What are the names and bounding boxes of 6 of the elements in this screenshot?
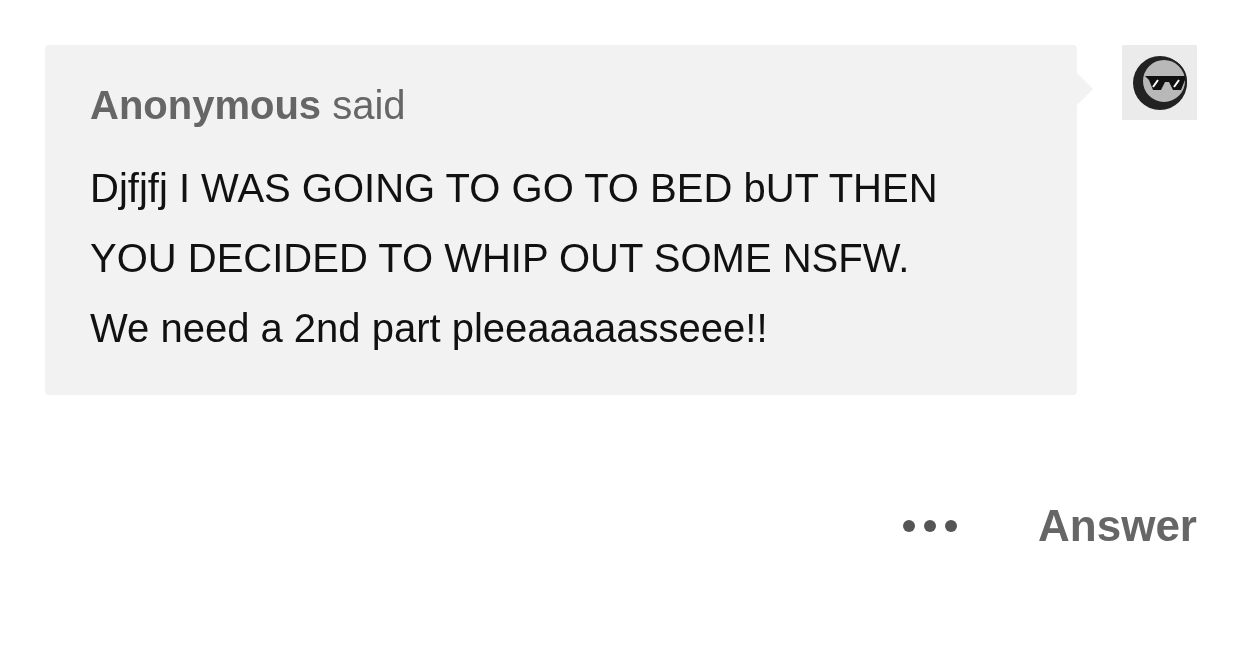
more-options-button[interactable] (902, 519, 959, 533)
asker-label: Anonymous said (90, 82, 407, 129)
answer-button[interactable]: Answer (1038, 501, 1197, 551)
ask-message: Djfjfj I WAS GOING TO GO TO BED bUT THEN YOU DECIDED TO WHIP OUT SOME NSFW. We need a 2nd part pleeaaaaasseee!! (90, 165, 939, 352)
avatar[interactable] (1122, 45, 1197, 120)
ellipsis-icon (902, 519, 959, 533)
